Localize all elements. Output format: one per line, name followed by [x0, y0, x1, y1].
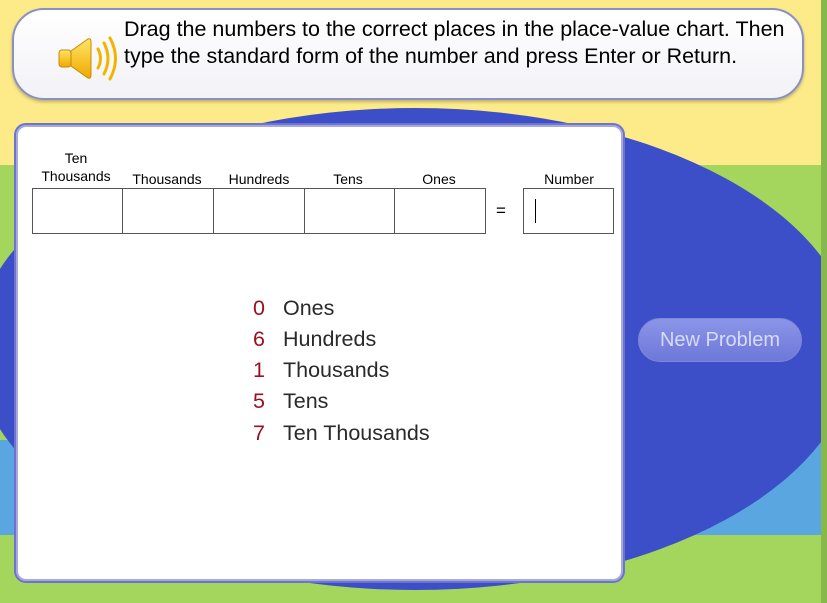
number-tile[interactable]: 1 Thousands: [250, 355, 389, 385]
tile-digit: 7: [253, 421, 265, 445]
header-ten-thousands: Ten Thousands: [35, 149, 117, 185]
drop-slot-tens[interactable]: [304, 188, 395, 234]
drop-slot-thousands[interactable]: [122, 188, 214, 234]
new-problem-button[interactable]: New Problem: [638, 318, 802, 362]
tile-digit: 6: [253, 327, 265, 351]
tile-place: Ones: [283, 296, 335, 320]
instructions-text: Drag the numbers to the correct places i…: [124, 17, 785, 68]
tile-place: Tens: [283, 389, 329, 413]
tile-digit: 0: [253, 296, 265, 320]
speaker-icon[interactable]: [54, 34, 132, 82]
header-ones: Ones: [422, 171, 456, 187]
tile-place: Thousands: [283, 358, 390, 382]
number-tile[interactable]: 7 Ten Thousands: [250, 418, 430, 448]
tile-digit: 5: [253, 389, 265, 413]
instructions-banner: Drag the numbers to the correct places i…: [12, 8, 804, 100]
header-tens: Tens: [333, 171, 363, 187]
drop-slot-ones[interactable]: [394, 188, 486, 234]
tile-place: Ten Thousands: [283, 421, 430, 445]
equals-sign: =: [496, 201, 506, 220]
header-hundreds: Hundreds: [228, 171, 290, 187]
text-caret: [535, 199, 536, 223]
header-thousands: Thousands: [132, 171, 202, 187]
number-tile[interactable]: 6 Hundreds: [250, 324, 376, 354]
number-input[interactable]: [523, 188, 614, 234]
number-tile[interactable]: 0 Ones: [250, 293, 334, 323]
drop-slot-hundreds[interactable]: [213, 188, 305, 234]
drop-slot-ten-thousands[interactable]: [32, 188, 123, 234]
header-ten-thousands-line1: Ten: [64, 150, 88, 166]
header-number: Number: [544, 171, 594, 187]
header-ten-thousands-line2: Thousands: [41, 168, 111, 184]
number-tile[interactable]: 5 Tens: [250, 386, 328, 416]
tile-digit: 1: [253, 358, 265, 382]
background-right-strip: [821, 0, 827, 603]
tile-place: Hundreds: [283, 327, 377, 351]
